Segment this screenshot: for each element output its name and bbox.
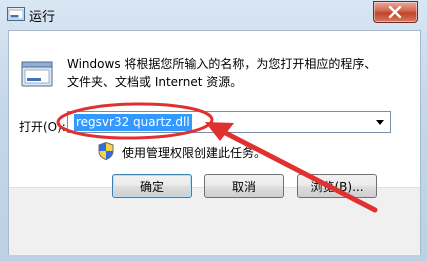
run-dialog-window: 运行 Windows 将根据您所输入的名称，为您打开相应的程序、 文件夹、文档或… <box>0 0 427 261</box>
run-program-icon <box>21 61 53 87</box>
close-button[interactable] <box>373 1 418 23</box>
description-line-1: Windows 将根据您所输入的名称，为您打开相应的程序、 <box>67 57 377 71</box>
open-input[interactable]: regsvr32 quartz.dll <box>74 114 192 131</box>
dialog-description: Windows 将根据您所输入的名称，为您打开相应的程序、 文件夹、文档或 In… <box>67 55 407 91</box>
window-title: 运行 <box>29 10 56 25</box>
admin-privilege-note: 使用管理权限创建此任务。 <box>122 146 267 160</box>
uac-shield-icon <box>98 142 114 160</box>
open-combobox[interactable]: regsvr32 quartz.dll <box>67 111 391 133</box>
chevron-down-icon[interactable] <box>372 113 388 131</box>
cancel-button[interactable]: 取消 <box>204 174 284 198</box>
open-label: 打开(O): <box>19 120 66 134</box>
title-bar[interactable]: 运行 <box>0 0 427 30</box>
run-window-icon <box>7 7 25 21</box>
ok-button[interactable]: 确定 <box>112 174 192 198</box>
close-icon <box>388 6 402 18</box>
description-line-2: 文件夹、文档或 Internet 资源。 <box>67 75 243 89</box>
dialog-client-area: Windows 将根据您所输入的名称，为您打开相应的程序、 文件夹、文档或 In… <box>8 30 421 255</box>
browse-button[interactable]: 浏览(B)... <box>297 174 377 198</box>
